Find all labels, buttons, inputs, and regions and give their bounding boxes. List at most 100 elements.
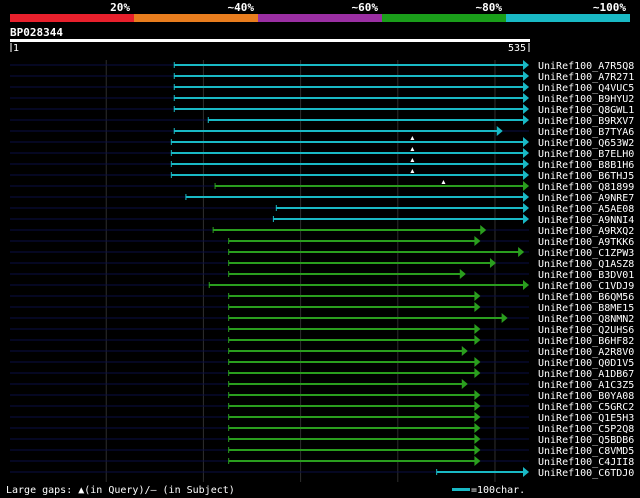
hit-arrow: [480, 225, 487, 235]
hit-bar: [228, 328, 476, 330]
hit-id[interactable]: UniRef100_B9RXV7: [538, 116, 634, 127]
hit-row[interactable]: UniRef100_B6QM56: [10, 291, 634, 303]
hit-id[interactable]: UniRef100_Q1E5H3: [538, 413, 634, 424]
hit-id[interactable]: UniRef100_Q81899: [538, 182, 634, 193]
hit-row[interactable]: UniRef100_B6HF82: [10, 335, 634, 347]
hit-row[interactable]: UniRef100_C1ZPW3: [10, 247, 634, 259]
hit-id[interactable]: UniRef100_B3DV01: [538, 270, 634, 281]
hit-row[interactable]: UniRef100_B9RXV7: [10, 115, 634, 127]
hit-row[interactable]: UniRef100_B3DV01: [10, 269, 634, 281]
hit-id[interactable]: UniRef100_A9NNI4: [538, 215, 634, 226]
hit-id[interactable]: UniRef100_B7TYA6: [538, 127, 634, 138]
hit-id[interactable]: UniRef100_A5AE08: [538, 204, 634, 215]
hit-row[interactable]: UniRef100_A9TKK6: [10, 236, 634, 248]
hit-bar: [171, 163, 524, 165]
hit-row[interactable]: UniRef100_Q1E5H3: [10, 412, 634, 424]
hit-id[interactable]: UniRef100_Q653W2: [538, 138, 634, 149]
hit-id[interactable]: UniRef100_B6THJ5: [538, 171, 634, 182]
hit-id[interactable]: UniRef100_C1ZPW3: [538, 248, 634, 259]
hit-row[interactable]: UniRef100_A1DB67: [10, 368, 634, 380]
hit-id[interactable]: UniRef100_A9NRE7: [538, 193, 634, 204]
hit-id[interactable]: UniRef100_B7ELH0: [538, 149, 634, 160]
hit-bar: [171, 152, 524, 154]
hit-id[interactable]: UniRef100_C5GRC2: [538, 402, 634, 413]
hit-id[interactable]: UniRef100_Q5BDB6: [538, 435, 634, 446]
hit-row[interactable]: UniRef100_B7TYA6: [10, 126, 634, 138]
hit-arrow: [523, 159, 529, 169]
hit-id[interactable]: UniRef100_Q8NMN2: [538, 314, 634, 325]
hit-id[interactable]: UniRef100_C5P2Q8: [538, 424, 634, 435]
hit-row[interactable]: UniRef100_Q5BDB6: [10, 434, 634, 446]
hit-row[interactable]: UniRef100_Q8NMN2: [10, 313, 634, 325]
hit-row[interactable]: UniRef100_C5P2Q8: [10, 423, 634, 435]
hit-row[interactable]: UniRef100_Q0D1V5: [10, 357, 634, 369]
hit-id[interactable]: UniRef100_Q8GWL1: [538, 105, 634, 116]
hit-row[interactable]: UniRef100_Q653W2: [10, 136, 634, 149]
hit-id[interactable]: UniRef100_B6QM56: [538, 292, 634, 303]
hit-id[interactable]: UniRef100_C4JII8: [538, 457, 634, 468]
hit-row[interactable]: UniRef100_A9RXQ2: [10, 225, 634, 237]
hit-row[interactable]: UniRef100_Q2UHS6: [10, 324, 634, 336]
scale-legend-text: =100char.: [471, 485, 525, 496]
hit-id[interactable]: UniRef100_Q0D1V5: [538, 358, 634, 369]
hit-bar: [228, 405, 476, 407]
hit-row[interactable]: UniRef100_B8B1H6: [10, 158, 634, 171]
hit-row[interactable]: UniRef100_C8VMD5: [10, 445, 634, 457]
hit-row[interactable]: UniRef100_A1C3Z5: [10, 379, 634, 391]
hit-id[interactable]: UniRef100_C1VDJ9: [538, 281, 634, 292]
hit-id[interactable]: UniRef100_A9RXQ2: [538, 226, 634, 237]
hit-arrow: [501, 313, 508, 323]
hit-row[interactable]: UniRef100_A7R271: [10, 71, 634, 83]
hit-row[interactable]: UniRef100_C1VDJ9: [10, 280, 634, 292]
hit-row[interactable]: UniRef100_B7ELH0: [10, 147, 634, 160]
hit-row[interactable]: UniRef100_A9NNI4: [10, 214, 634, 226]
hit-bar: [209, 284, 524, 286]
hit-row[interactable]: UniRef100_B8ME15: [10, 302, 634, 314]
legend-segment: [382, 14, 506, 22]
hit-arrow: [523, 104, 529, 114]
hit-id[interactable]: UniRef100_A9TKK6: [538, 237, 634, 248]
query-gap-marker: [410, 147, 415, 151]
hit-row[interactable]: UniRef100_B9HYU2: [10, 93, 634, 105]
hit-id[interactable]: UniRef100_A2R8V0: [538, 347, 634, 358]
hit-row[interactable]: UniRef100_B6THJ5: [10, 169, 634, 182]
hit-row[interactable]: UniRef100_A2R8V0: [10, 346, 634, 358]
hit-arrow: [523, 82, 529, 92]
query-id: BP028344: [10, 26, 63, 39]
hit-arrow: [474, 456, 481, 466]
hit-id[interactable]: UniRef100_B0YA08: [538, 391, 634, 402]
hit-row[interactable]: UniRef100_Q81899: [10, 180, 634, 193]
hit-row[interactable]: UniRef100_Q4VUC5: [10, 82, 634, 94]
hit-row[interactable]: UniRef100_A7R5Q8: [10, 60, 634, 72]
hit-bar: [228, 416, 476, 418]
hit-id[interactable]: UniRef100_A1DB67: [538, 369, 634, 380]
hit-bar: [228, 394, 476, 396]
hit-id[interactable]: UniRef100_Q1ASZ8: [538, 259, 634, 270]
hit-row[interactable]: UniRef100_Q1ASZ8: [10, 258, 634, 270]
hit-id[interactable]: UniRef100_A1C3Z5: [538, 380, 634, 391]
hit-id[interactable]: UniRef100_C6TDJ0: [538, 468, 634, 479]
hit-id[interactable]: UniRef100_C8VMD5: [538, 446, 634, 457]
hit-bar: [228, 438, 476, 440]
hit-row[interactable]: UniRef100_C5GRC2: [10, 401, 634, 413]
hit-id[interactable]: UniRef100_A7R271: [538, 72, 634, 83]
hit-arrow: [518, 247, 525, 257]
hit-row[interactable]: UniRef100_C4JII8: [10, 456, 634, 468]
hit-arrow: [474, 236, 481, 246]
hit-row[interactable]: UniRef100_C6TDJ0: [10, 467, 634, 479]
query-bar: [10, 39, 530, 42]
hit-row[interactable]: UniRef100_A9NRE7: [10, 192, 634, 204]
hit-row[interactable]: UniRef100_B0YA08: [10, 390, 634, 402]
hit-row[interactable]: UniRef100_Q8GWL1: [10, 104, 634, 116]
hit-id[interactable]: UniRef100_B6HF82: [538, 336, 634, 347]
hit-id[interactable]: UniRef100_Q2UHS6: [538, 325, 634, 336]
hit-id[interactable]: UniRef100_A7R5Q8: [538, 61, 634, 72]
hit-id[interactable]: UniRef100_B8ME15: [538, 303, 634, 314]
hit-id[interactable]: UniRef100_B9HYU2: [538, 94, 634, 105]
hit-id[interactable]: UniRef100_Q4VUC5: [538, 83, 634, 94]
hit-row[interactable]: UniRef100_A5AE08: [10, 203, 634, 215]
hit-arrow: [523, 192, 529, 202]
hit-id[interactable]: UniRef100_B8B1H6: [538, 160, 634, 171]
query-gap-marker: [410, 158, 415, 162]
hit-bar: [228, 251, 520, 253]
